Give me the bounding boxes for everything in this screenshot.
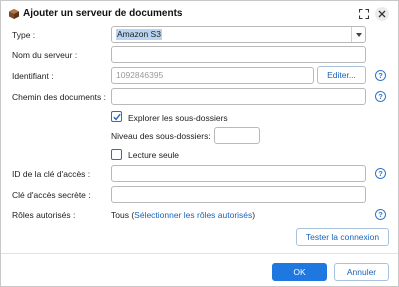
document-path-input[interactable] — [111, 88, 366, 105]
test-connection-button[interactable]: Tester la connexion — [296, 228, 389, 246]
edit-identifier-button[interactable]: Editer... — [317, 66, 366, 84]
server-name-label: Nom du serveur : — [12, 50, 78, 60]
subfolder-level-label: Niveau des sous-dossiers: — [111, 131, 211, 141]
access-key-id-input[interactable] — [111, 165, 366, 182]
read-only-label: Lecture seule — [128, 150, 180, 160]
chevron-down-icon — [356, 33, 362, 37]
document-path-help-icon[interactable]: ? — [375, 91, 386, 102]
document-server-icon — [9, 9, 19, 19]
roles-suffix: ) — [252, 210, 256, 220]
secret-key-label: Clé d'accès secrète : — [12, 190, 91, 200]
select-roles-link[interactable]: Sélectionner les rôles autorisés — [134, 210, 252, 220]
cancel-button[interactable]: Annuler — [334, 263, 389, 281]
identifier-help-icon[interactable]: ? — [375, 70, 386, 81]
document-path-label: Chemin des documents : — [12, 92, 107, 102]
type-select-value: Amazon S3 — [116, 29, 162, 40]
type-select[interactable]: Amazon S3 — [111, 26, 366, 43]
identifier-input[interactable]: 1092846395 — [111, 67, 314, 84]
access-key-id-label: ID de la clé d'accès : — [12, 169, 91, 179]
add-document-server-dialog: Ajouter un serveur de documents Type : A… — [0, 0, 399, 287]
type-label: Type : — [12, 30, 36, 40]
authorized-roles-label: Rôles autorisés : — [12, 210, 76, 220]
expand-icon[interactable] — [359, 9, 369, 19]
read-only-checkbox[interactable] — [111, 149, 122, 160]
checkmark-icon — [113, 113, 121, 121]
access-key-id-help-icon[interactable]: ? — [375, 168, 386, 179]
close-button[interactable] — [375, 7, 389, 21]
close-icon — [378, 10, 386, 18]
subfolder-level-input[interactable] — [214, 127, 260, 144]
authorized-roles-help-icon[interactable]: ? — [375, 209, 386, 220]
server-name-input[interactable] — [111, 46, 366, 63]
dialog-title: Ajouter un serveur de documents — [23, 8, 183, 19]
explore-subfolders-checkbox[interactable] — [111, 111, 122, 122]
explore-subfolders-label: Explorer les sous-dossiers — [128, 113, 228, 123]
type-select-toggle[interactable] — [351, 27, 365, 42]
footer-divider — [1, 253, 398, 254]
roles-prefix: Tous ( — [111, 210, 135, 220]
ok-button[interactable]: OK — [272, 263, 327, 281]
dialog-titlebar: Ajouter un serveur de documents — [1, 1, 398, 27]
secret-key-input[interactable] — [111, 186, 366, 203]
identifier-label: Identifiant : — [12, 71, 54, 81]
authorized-roles-value: Tous (Sélectionner les rôles autorisés) — [111, 210, 255, 220]
